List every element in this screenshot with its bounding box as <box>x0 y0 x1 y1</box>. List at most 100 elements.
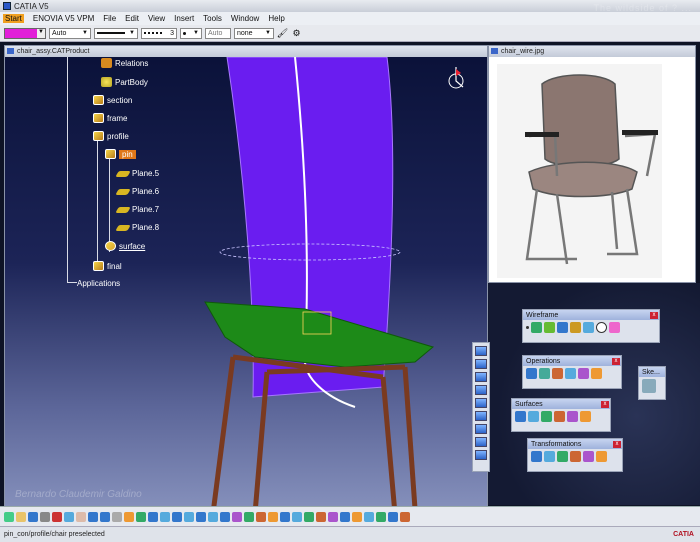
save-icon[interactable] <box>28 511 38 522</box>
tree-node-applications[interactable]: Applications <box>77 279 120 288</box>
undo-icon[interactable] <box>88 511 98 522</box>
fit-all-icon[interactable] <box>160 511 170 522</box>
zoom-out-icon[interactable] <box>208 511 218 522</box>
line-type-select[interactable]: 3 <box>141 27 177 39</box>
intersection-icon[interactable] <box>570 322 581 333</box>
toolbar-icon[interactable] <box>475 424 487 434</box>
tree-node-partbody[interactable]: PartBody <box>101 77 148 87</box>
tree-node-plane6[interactable]: Plane.6 <box>115 187 159 196</box>
sketch-analysis-icon[interactable] <box>352 511 362 522</box>
offset-icon[interactable] <box>583 322 594 333</box>
shading-icon[interactable] <box>256 511 266 522</box>
close-icon[interactable]: x <box>612 357 620 365</box>
tree-node-profile[interactable]: profile <box>93 131 129 141</box>
paste-icon[interactable] <box>76 511 86 522</box>
swap-visible-icon[interactable] <box>280 511 290 522</box>
new-icon[interactable] <box>4 511 14 522</box>
measure-icon[interactable] <box>292 511 302 522</box>
menu-file[interactable]: File <box>103 14 116 23</box>
properties-icon[interactable]: ⚙ <box>291 28 302 39</box>
point-icon[interactable] <box>526 326 529 329</box>
3d-viewport[interactable]: chair_assy.CATProduct Relations PartBody… <box>4 45 488 529</box>
tree-node-frame[interactable]: frame <box>93 113 127 123</box>
close-icon[interactable]: x <box>650 311 658 319</box>
parameters-icon[interactable] <box>316 511 326 522</box>
menu-help[interactable]: Help <box>268 14 284 23</box>
tree-node-section[interactable]: section <box>93 95 132 105</box>
split-icon[interactable] <box>552 368 563 379</box>
toolbar-header[interactable]: Transformations x <box>528 439 622 449</box>
catalog-icon[interactable] <box>376 511 386 522</box>
whats-this-icon[interactable] <box>112 511 122 522</box>
menu-insert[interactable]: Insert <box>174 14 194 23</box>
toolbar-icon[interactable] <box>475 437 487 447</box>
update-icon[interactable] <box>136 511 146 522</box>
toolbar-header[interactable]: Operations x <box>523 356 621 366</box>
close-icon[interactable]: x <box>601 400 609 408</box>
plane-icon[interactable] <box>544 322 555 333</box>
tree-node-relations[interactable]: Relations <box>101 58 148 68</box>
toolbar-icon[interactable] <box>475 385 487 395</box>
tree-node-surface[interactable]: surface <box>105 241 145 251</box>
render-icon[interactable] <box>400 511 410 522</box>
table-icon[interactable] <box>364 511 374 522</box>
projection-icon[interactable] <box>557 322 568 333</box>
spline-icon[interactable] <box>609 322 620 333</box>
cut-icon[interactable] <box>52 511 62 522</box>
toolbar-header[interactable]: Wireframe x <box>523 310 659 320</box>
toolbar-icon[interactable] <box>475 359 487 369</box>
toolbar-icon[interactable] <box>475 398 487 408</box>
line-thickness-select[interactable]: ▼ <box>94 27 138 39</box>
pan-icon[interactable] <box>172 511 182 522</box>
tree-node-final[interactable]: final <box>93 261 122 271</box>
tree-node-plane8[interactable]: Plane.8 <box>115 223 159 232</box>
hide-show-icon[interactable] <box>268 511 278 522</box>
compass-tool-icon[interactable] <box>388 511 398 522</box>
circle-icon[interactable] <box>596 322 607 333</box>
rotate-icon[interactable] <box>544 451 555 462</box>
tree-node-pin[interactable]: pin <box>105 149 136 159</box>
toolbar-header[interactable]: Surfaces x <box>512 399 610 409</box>
menu-view[interactable]: View <box>148 14 165 23</box>
point-symbol-select[interactable]: ▼ <box>180 27 202 39</box>
healing-icon[interactable] <box>539 368 550 379</box>
sketch-icon[interactable] <box>642 379 656 393</box>
menu-start[interactable]: Start <box>3 14 24 23</box>
knowledge-icon[interactable] <box>328 511 338 522</box>
copy-icon[interactable] <box>64 511 74 522</box>
sweep-icon[interactable] <box>541 411 552 422</box>
toolbar-header[interactable]: Ske... <box>639 367 665 377</box>
transparency-select[interactable]: Auto ▼ <box>49 27 91 39</box>
print-icon[interactable] <box>40 511 50 522</box>
layer-select[interactable]: none ▼ <box>234 27 274 39</box>
color-selector[interactable]: ▼ <box>4 27 46 39</box>
line-icon[interactable] <box>531 322 542 333</box>
normal-view-icon[interactable] <box>220 511 230 522</box>
affinity-icon[interactable] <box>583 451 594 462</box>
extract-icon[interactable] <box>578 368 589 379</box>
toolbar-icon[interactable] <box>475 450 487 460</box>
menu-edit[interactable]: Edit <box>125 14 139 23</box>
extrude-icon[interactable] <box>515 411 526 422</box>
rendering-style-select[interactable]: Auto <box>205 27 231 39</box>
translate-icon[interactable] <box>531 451 542 462</box>
revolve-icon[interactable] <box>528 411 539 422</box>
rotate-view-icon[interactable] <box>184 511 194 522</box>
fly-mode-icon[interactable] <box>148 511 158 522</box>
join-icon[interactable] <box>526 368 537 379</box>
analysis-icon[interactable] <box>340 511 350 522</box>
iso-view-icon[interactable] <box>244 511 254 522</box>
fillet-icon[interactable] <box>591 368 602 379</box>
scaling-icon[interactable] <box>570 451 581 462</box>
formula-icon[interactable] <box>124 511 134 522</box>
menu-enovia[interactable]: ENOVIA V5 VPM <box>33 14 94 23</box>
reference-image-window[interactable]: chair_wire.jpg <box>488 45 696 283</box>
menu-window[interactable]: Window <box>231 14 259 23</box>
fill-icon[interactable] <box>554 411 565 422</box>
toolbar-icon[interactable] <box>475 346 487 356</box>
trim-icon[interactable] <box>565 368 576 379</box>
blend-icon[interactable] <box>580 411 591 422</box>
close-icon[interactable]: x <box>613 440 621 448</box>
axis-to-axis-icon[interactable] <box>596 451 607 462</box>
loft-icon[interactable] <box>567 411 578 422</box>
